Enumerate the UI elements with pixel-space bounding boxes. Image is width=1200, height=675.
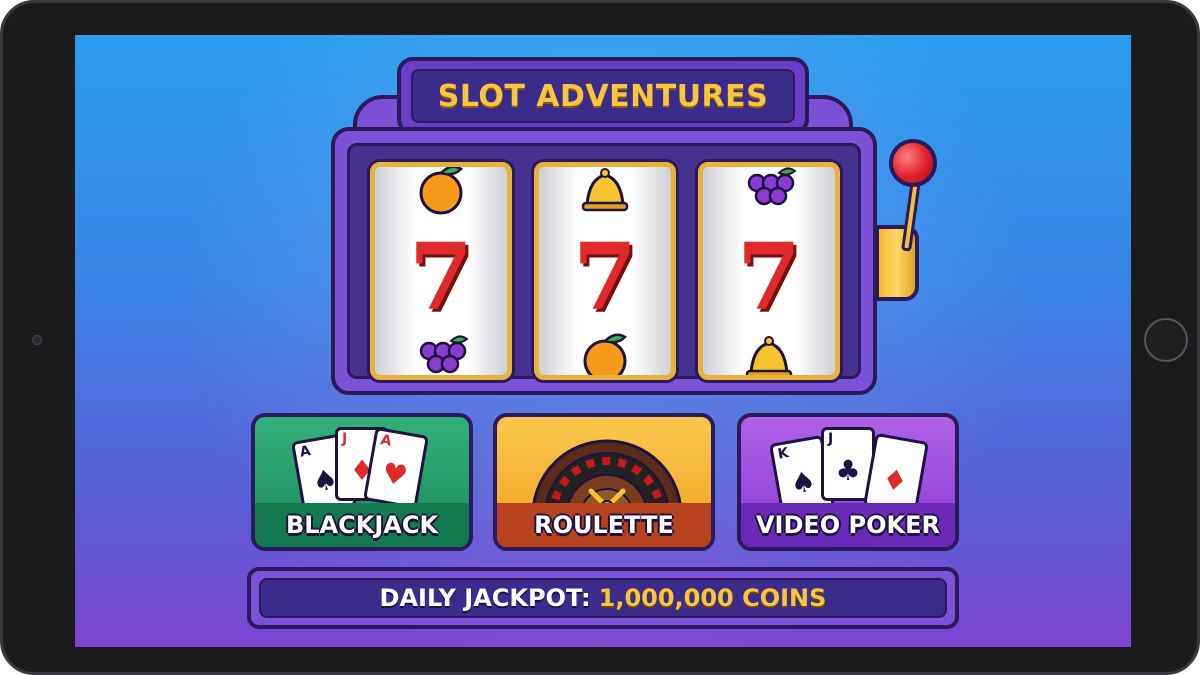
tile-label-bar: VIDEO POKER <box>741 503 955 547</box>
reel-3: 7 <box>698 162 840 380</box>
tile-label-bar: ROULETTE <box>497 503 711 547</box>
reel-3-center-symbol: 7 <box>736 223 801 331</box>
bell-icon <box>745 336 793 375</box>
reel-1-center-symbol: 7 <box>408 223 473 331</box>
daily-jackpot-banner: DAILY JACKPOT: 1,000,000 COINS <box>247 567 959 629</box>
bell-icon <box>581 168 629 212</box>
grapes-icon <box>747 167 797 206</box>
orange-icon <box>419 167 464 215</box>
roulette-button[interactable]: ROULETTE <box>493 413 715 551</box>
reel-2-center-symbol: 7 <box>572 223 637 331</box>
title-plate: SLOT ADVENTURES <box>397 57 809 135</box>
card-suit: ♦ <box>879 461 911 499</box>
jackpot-label: DAILY JACKPOT: <box>379 584 591 612</box>
card-rank: A <box>298 443 313 461</box>
card-rank: J <box>342 431 348 447</box>
playing-card: A ♥ <box>362 426 430 510</box>
home-button[interactable] <box>1144 318 1188 362</box>
card-suit: ♥ <box>379 455 411 493</box>
lever-knob[interactable] <box>889 139 937 187</box>
game-title: SLOT ADVENTURES <box>437 78 769 114</box>
card-rank: A <box>379 432 393 450</box>
card-rank: J <box>828 431 834 447</box>
grapes-icon <box>419 335 469 374</box>
card-suit: ♣ <box>835 454 861 487</box>
roulette-label: ROULETTE <box>534 511 674 539</box>
reel-window: 7 7 7 <box>347 143 861 380</box>
jackpot-value: 1,000,000 COINS <box>598 584 827 612</box>
tile-label-bar: BLACKJACK <box>255 503 469 547</box>
video-poker-button[interactable]: K ♠ J ♣ ♦ VIDEO POKER <box>737 413 959 551</box>
front-camera <box>32 335 42 345</box>
reel-2: 7 <box>534 162 676 380</box>
orange-icon <box>583 333 628 375</box>
slot-machine[interactable]: 7 7 7 <box>331 127 877 395</box>
game-screen: SLOT ADVENTURES 7 7 7 A ♠ J ♦ A ♥ BLACKJ… <box>75 35 1131 647</box>
video-poker-label: VIDEO POKER <box>755 511 941 539</box>
card-rank: K <box>776 445 791 463</box>
title-panel: SLOT ADVENTURES <box>411 69 795 123</box>
tablet-frame: SLOT ADVENTURES 7 7 7 A ♠ J ♦ A ♥ BLACKJ… <box>0 0 1200 675</box>
blackjack-label: BLACKJACK <box>285 511 439 539</box>
roulette-wheel-icon <box>531 439 683 515</box>
jackpot-panel: DAILY JACKPOT: 1,000,000 COINS <box>259 578 947 618</box>
reel-1: 7 <box>370 162 512 380</box>
blackjack-button[interactable]: A ♠ J ♦ A ♥ BLACKJACK <box>251 413 473 551</box>
